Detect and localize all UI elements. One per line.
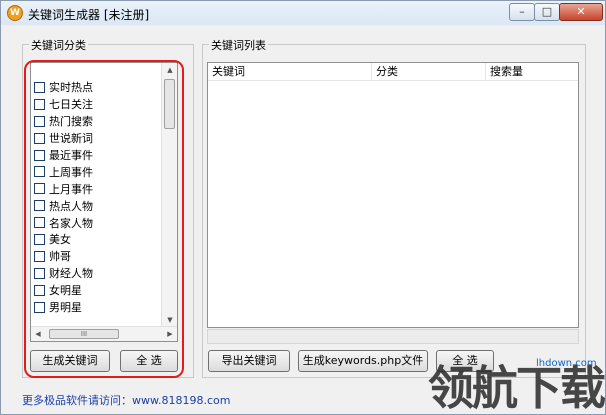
title-bar[interactable]: W 关键词生成器 [未注册] – □ ✕ — [1, 1, 605, 25]
table-horizontal-scrollbar[interactable] — [207, 329, 579, 344]
minimize-button[interactable]: – — [509, 3, 535, 21]
maximize-button[interactable]: □ — [534, 3, 560, 21]
export-keywords-button[interactable]: 导出关键词 — [208, 350, 290, 372]
website-link[interactable]: 更多极品软件请访问：www.818198.com — [22, 392, 230, 408]
app-logo-icon: W — [7, 5, 23, 21]
generate-keywords-button[interactable]: 生成关键词 — [30, 350, 110, 372]
generate-php-file-button[interactable]: 生成keywords.php文件 — [298, 350, 428, 372]
highlight-outline — [24, 60, 184, 378]
column-header-keyword[interactable]: 关键词 — [208, 63, 372, 80]
watermark-url: lhdown.com — [536, 358, 597, 369]
keyword-table[interactable]: 关键词 分类 搜索量 — [207, 62, 579, 328]
table-header: 关键词 分类 搜索量 — [208, 63, 578, 81]
window-title: 关键词生成器 [未注册] — [28, 8, 150, 22]
select-all-categories-button[interactable]: 全 选 — [120, 350, 178, 372]
close-button[interactable]: ✕ — [559, 3, 603, 21]
category-group-label: 关键词分类 — [29, 37, 88, 53]
column-header-category[interactable]: 分类 — [372, 63, 486, 80]
column-header-search-volume[interactable]: 搜索量 — [486, 63, 578, 80]
keyword-list-group-label: 关键词列表 — [209, 37, 268, 53]
